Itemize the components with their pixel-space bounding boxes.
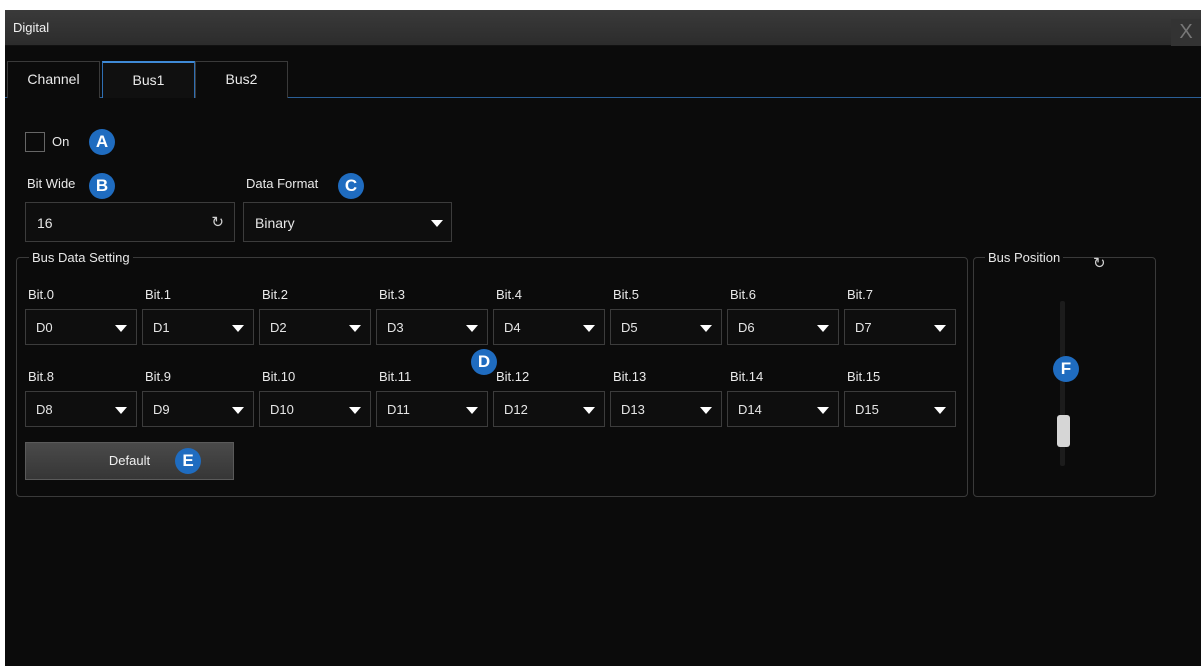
bit-select-value: D8	[36, 402, 53, 417]
chevron-down-icon	[349, 407, 361, 414]
chevron-down-icon	[466, 407, 478, 414]
bit-select-15[interactable]: D15	[844, 391, 956, 427]
callout-a: A	[89, 129, 115, 155]
data-format-select[interactable]: Binary	[243, 202, 452, 242]
bit-label-12: Bit.12	[496, 369, 530, 384]
chevron-down-icon	[817, 325, 829, 332]
bit-select-value: D2	[270, 320, 287, 335]
chevron-down-icon	[934, 407, 946, 414]
tab-bus2[interactable]: Bus2	[195, 61, 288, 98]
bus-data-setting-label: Bus Data Setting	[29, 250, 133, 265]
bit-wide-field[interactable]: 16 ↻	[25, 202, 235, 242]
bit-select-value: D13	[621, 402, 645, 417]
bit-select-2[interactable]: D2	[259, 309, 371, 345]
close-icon: X	[1179, 21, 1193, 43]
tab-bus1[interactable]: Bus1	[102, 61, 195, 98]
bit-wide-value: 16	[37, 215, 53, 231]
bit-select-9[interactable]: D9	[142, 391, 254, 427]
bit-select-12[interactable]: D12	[493, 391, 605, 427]
bit-select-value: D11	[387, 402, 410, 417]
bit-select-4[interactable]: D4	[493, 309, 605, 345]
default-button-label: Default	[108, 453, 151, 468]
tab-bar: Channel Bus1 Bus2	[5, 46, 1201, 98]
bit-select-8[interactable]: D8	[25, 391, 137, 427]
callout-e: E	[175, 448, 201, 474]
window-title: Digital	[13, 20, 50, 35]
chevron-down-icon	[466, 325, 478, 332]
bit-wide-label: Bit Wide	[27, 176, 76, 191]
bit-select-value: D14	[738, 402, 762, 417]
bit-label-9: Bit.9	[145, 369, 172, 384]
bit-select-6[interactable]: D6	[727, 309, 839, 345]
reset-icon[interactable]: ↻	[1093, 256, 1106, 271]
bit-select-value: D10	[270, 402, 294, 417]
bit-label-2: Bit.2	[262, 287, 289, 302]
bit-label-5: Bit.5	[613, 287, 640, 302]
chevron-down-icon	[583, 325, 595, 332]
bit-select-value: D9	[153, 402, 170, 417]
on-checkbox[interactable]	[25, 132, 45, 152]
bit-label-7: Bit.7	[847, 287, 874, 302]
reset-icon[interactable]: ↻	[211, 215, 224, 230]
bit-select-value: D5	[621, 320, 638, 335]
bit-select-value: D1	[153, 320, 170, 335]
bit-select-11[interactable]: D11	[376, 391, 488, 427]
bit-label-13: Bit.13	[613, 369, 647, 384]
bit-select-7[interactable]: D7	[844, 309, 956, 345]
bit-select-value: D6	[738, 320, 755, 335]
bus-position-slider-handle[interactable]	[1057, 415, 1070, 447]
callout-b: B	[89, 173, 115, 199]
bit-select-value: D4	[504, 320, 521, 335]
title-bar: Digital X	[5, 10, 1201, 46]
bit-label-8: Bit.8	[28, 369, 55, 384]
close-button[interactable]: X	[1171, 19, 1201, 46]
bit-select-14[interactable]: D14	[727, 391, 839, 427]
bit-select-13[interactable]: D13	[610, 391, 722, 427]
chevron-down-icon	[583, 407, 595, 414]
digital-dialog: Digital X Channel Bus1 Bus2 On A Bit Wid…	[5, 10, 1201, 666]
chevron-down-icon	[700, 407, 712, 414]
bit-select-10[interactable]: D10	[259, 391, 371, 427]
bit-select-5[interactable]: D5	[610, 309, 722, 345]
bit-select-value: D12	[504, 402, 528, 417]
bus-position-label: Bus Position	[985, 250, 1064, 265]
bit-label-15: Bit.15	[847, 369, 881, 384]
bit-label-14: Bit.14	[730, 369, 764, 384]
data-format-label: Data Format	[246, 176, 319, 191]
tab-channel[interactable]: Channel	[7, 61, 100, 98]
chevron-down-icon	[232, 325, 244, 332]
bit-select-1[interactable]: D1	[142, 309, 254, 345]
chevron-down-icon	[349, 325, 361, 332]
bit-label-6: Bit.6	[730, 287, 757, 302]
default-button[interactable]: Default	[25, 442, 234, 480]
bit-select-0[interactable]: D0	[25, 309, 137, 345]
chevron-down-icon	[700, 325, 712, 332]
chevron-down-icon	[115, 407, 127, 414]
chevron-down-icon	[431, 220, 443, 227]
chevron-down-icon	[817, 407, 829, 414]
bit-label-0: Bit.0	[28, 287, 55, 302]
bit-select-3[interactable]: D3	[376, 309, 488, 345]
bit-label-1: Bit.1	[145, 287, 172, 302]
on-label: On	[52, 134, 70, 149]
bit-label-10: Bit.10	[262, 369, 296, 384]
bit-select-value: D7	[855, 320, 872, 335]
callout-f: F	[1053, 356, 1079, 382]
bit-label-11: Bit.11	[379, 369, 412, 384]
bit-select-value: D15	[855, 402, 879, 417]
bit-select-value: D3	[387, 320, 404, 335]
bit-label-3: Bit.3	[379, 287, 406, 302]
callout-c: C	[338, 173, 364, 199]
chevron-down-icon	[934, 325, 946, 332]
bit-select-value: D0	[36, 320, 53, 335]
bit-label-4: Bit.4	[496, 287, 523, 302]
chevron-down-icon	[115, 325, 127, 332]
data-format-value: Binary	[255, 215, 295, 231]
callout-d: D	[471, 349, 497, 375]
chevron-down-icon	[232, 407, 244, 414]
